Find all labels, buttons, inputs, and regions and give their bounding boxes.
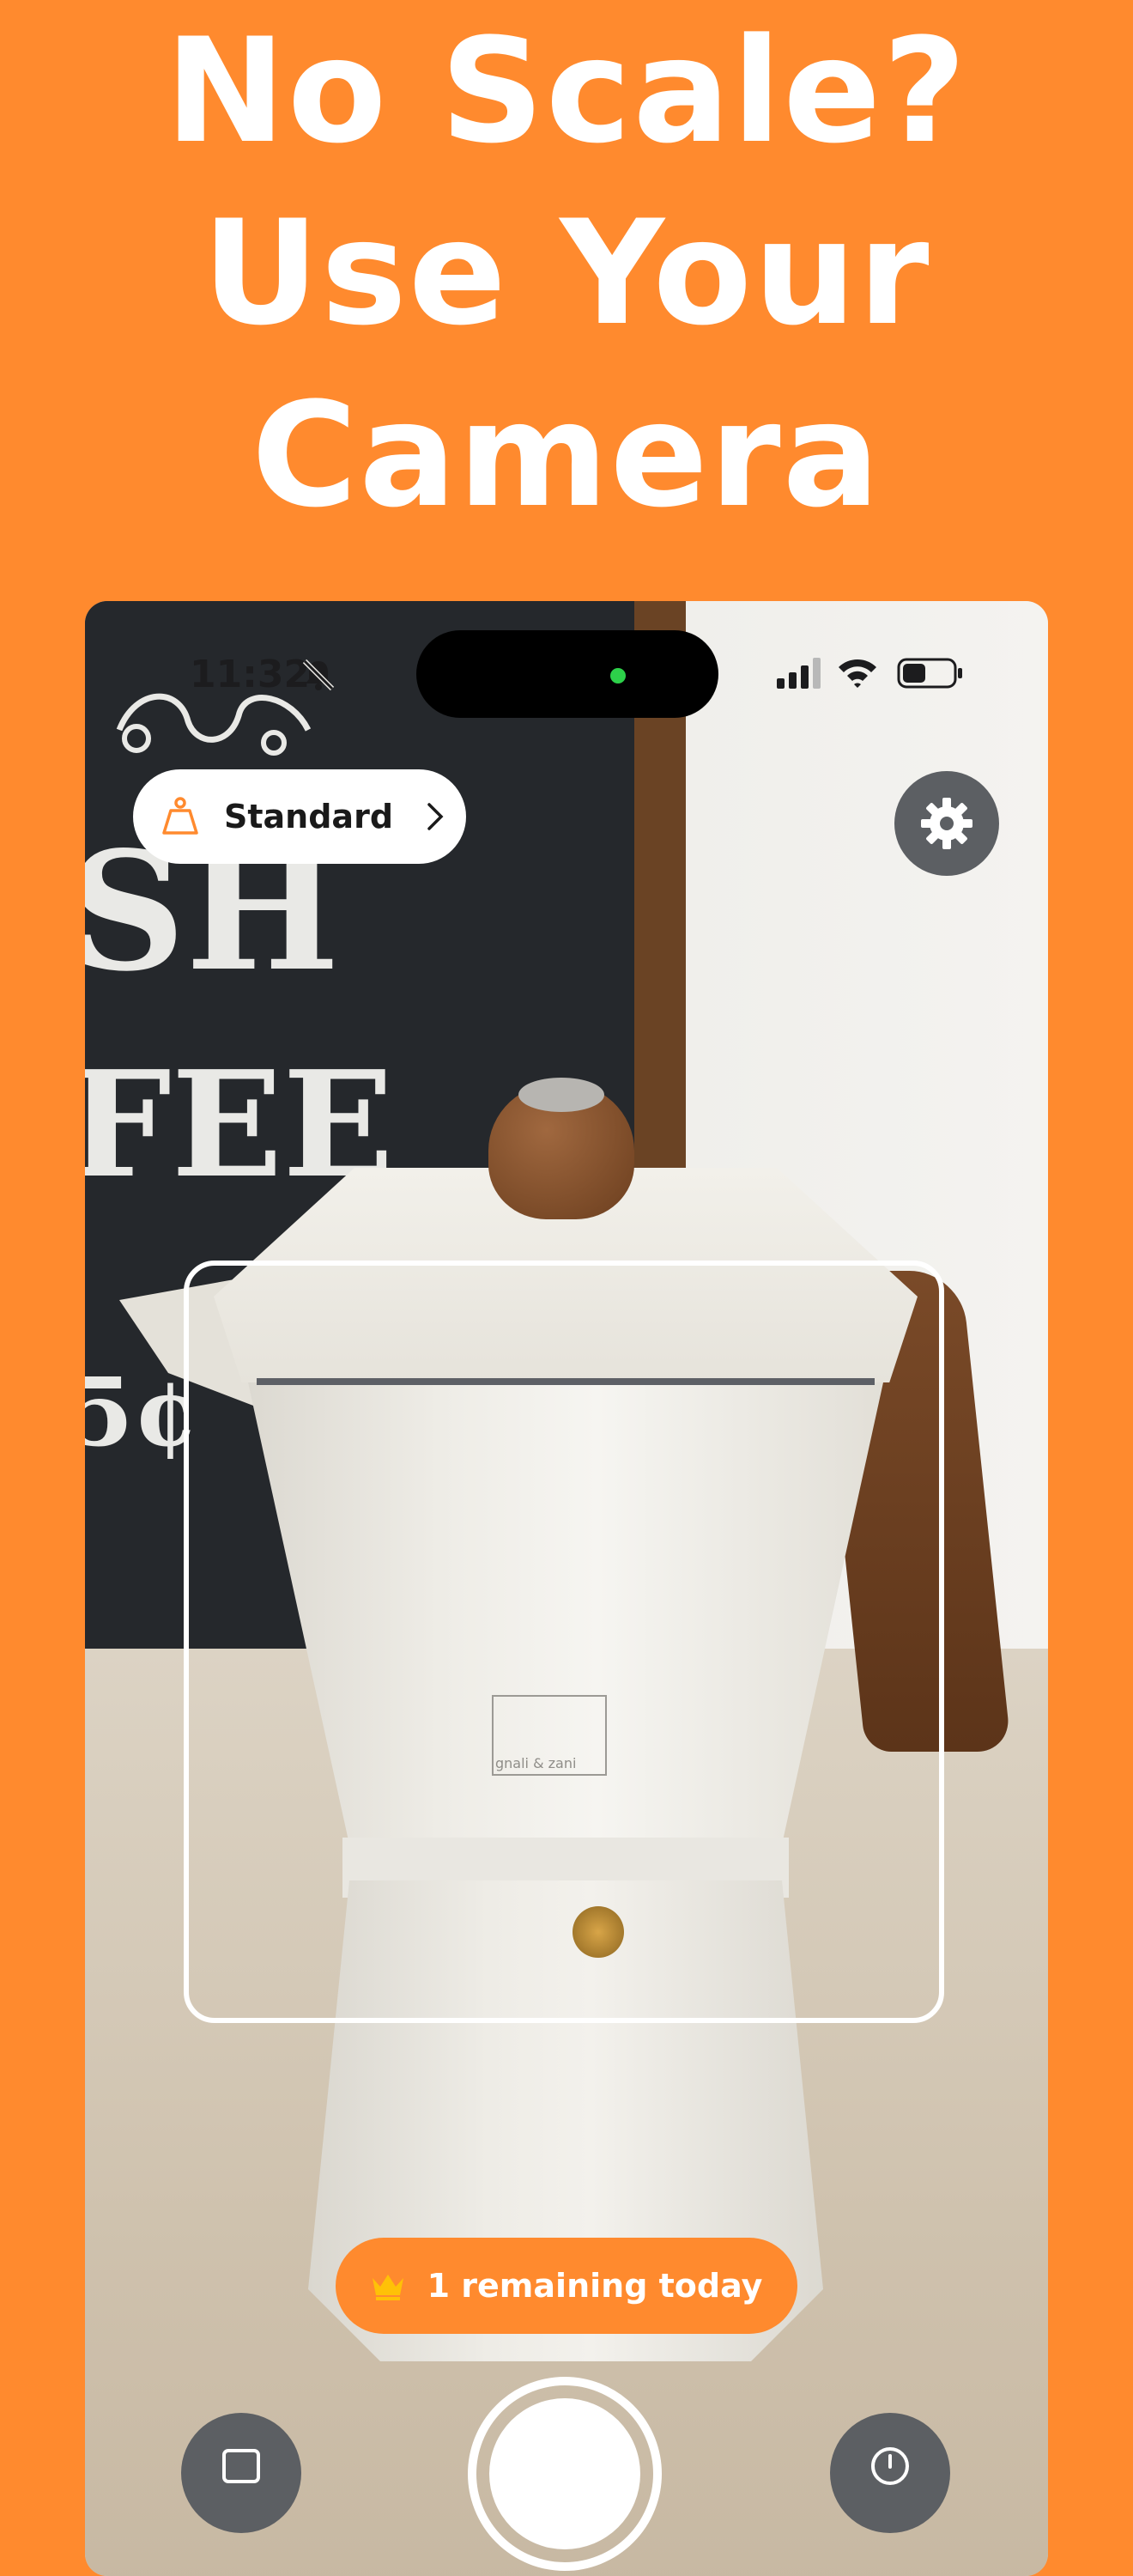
- headline-line-1: No Scale?: [165, 7, 968, 175]
- kitchen-scale-icon: [162, 797, 198, 835]
- headline: No Scale? Use Your Camera: [0, 0, 1133, 546]
- status-time: 11:32: [190, 653, 311, 696]
- headline-line-2: Use Your: [202, 189, 931, 357]
- crown-icon: [372, 2275, 403, 2300]
- remaining-scans-badge[interactable]: 1 remaining today: [336, 2238, 797, 2334]
- headline-line-3: Camera: [251, 371, 882, 539]
- cellular-signal-icon: [777, 658, 821, 689]
- gallery-icon: [222, 2449, 260, 2483]
- mode-selector-button[interactable]: Standard: [133, 769, 466, 864]
- shutter-button[interactable]: [468, 2377, 662, 2571]
- shutter-inner: [489, 2398, 640, 2549]
- history-button[interactable]: [830, 2413, 950, 2533]
- dynamic-island: [416, 630, 718, 718]
- bell-muted-icon: [302, 659, 335, 691]
- settings-button[interactable]: [894, 771, 999, 876]
- moka-pot-knob-cap: [518, 1078, 604, 1112]
- gallery-button[interactable]: [181, 2413, 301, 2533]
- camera-indicator-dot: [610, 668, 626, 683]
- mode-label: Standard: [224, 798, 394, 835]
- history-icon: [871, 2447, 909, 2485]
- battery-icon: [897, 658, 962, 689]
- wifi-icon: [839, 659, 876, 688]
- gear-icon: [921, 798, 972, 849]
- remaining-label: 1 remaining today: [427, 2267, 763, 2305]
- scan-frame: [184, 1261, 944, 2023]
- chevron-right-icon: [427, 803, 444, 830]
- phone-screen: SH FEE 5¢ gnali & zani 11:32 Standard 1 …: [85, 601, 1048, 2576]
